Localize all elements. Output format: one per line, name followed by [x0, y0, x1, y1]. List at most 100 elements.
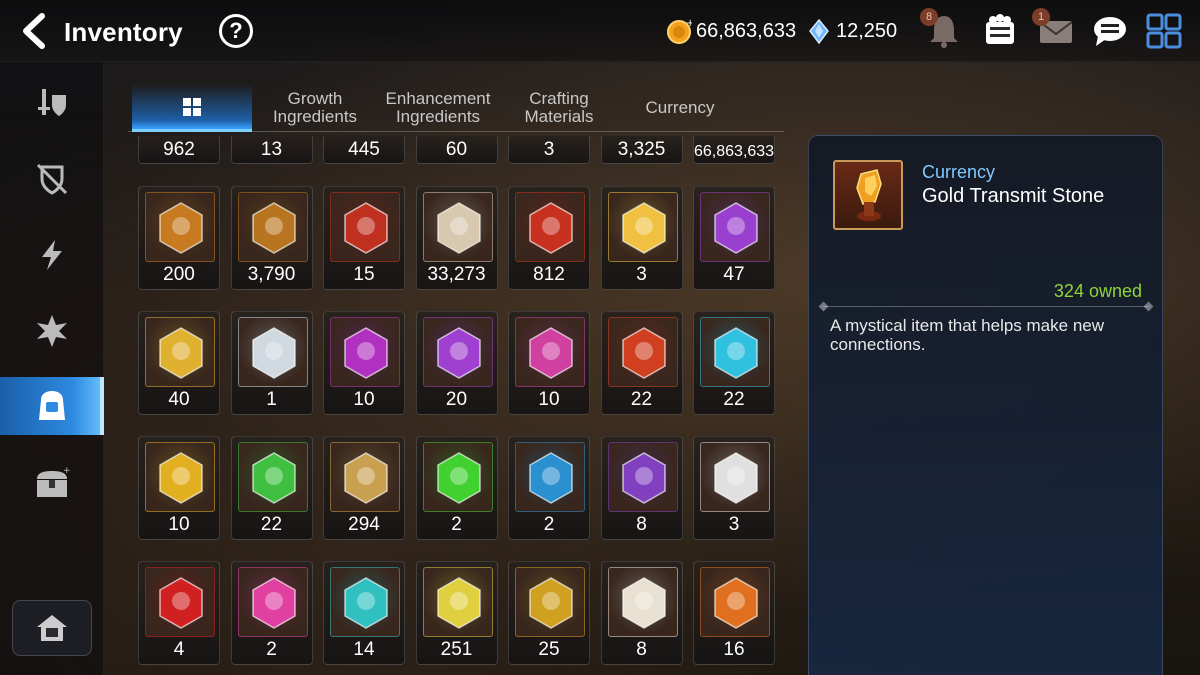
purple-triangle-gem-icon: [436, 327, 481, 379]
green-egg-gem-icon: [251, 452, 296, 504]
inventory-slot[interactable]: 3,790: [230, 186, 313, 290]
purple-gem-icon: [344, 327, 388, 379]
tab-crafting-materials[interactable]: Crafting Materials: [498, 84, 620, 132]
inventory-slot[interactable]: 20: [415, 311, 498, 415]
inventory-slot[interactable]: 22: [693, 311, 775, 415]
inventory-slot[interactable]: 3: [693, 436, 775, 540]
teal-shard-icon: [344, 577, 388, 629]
item-frame: [145, 317, 215, 387]
help-button[interactable]: ?: [219, 14, 253, 48]
inventory-slot[interactable]: 16: [693, 561, 775, 665]
cyan-egg-gem-icon: [714, 327, 758, 379]
item-count: 2: [543, 514, 555, 535]
chat-icon: [1094, 17, 1126, 46]
inventory-slot[interactable]: 15: [323, 186, 405, 290]
blue-rune-icon: [529, 452, 573, 504]
inventory-slot[interactable]: 812: [508, 186, 590, 290]
item-frame: [330, 567, 400, 637]
red-egg-gem-icon: [621, 327, 666, 379]
item-frame: [422, 567, 493, 637]
home-button[interactable]: [12, 600, 92, 656]
inventory-slot[interactable]: 3: [600, 186, 683, 290]
item-frame: [145, 192, 215, 262]
fist-badge-icon: [251, 202, 296, 254]
yellow-egg-gem-icon: [159, 452, 203, 504]
mail-badge: 1: [1032, 8, 1050, 26]
tab-all[interactable]: [132, 84, 252, 132]
inventory-slot[interactable]: 445: [323, 136, 405, 164]
nav-shields[interactable]: [0, 150, 104, 208]
inventory-slot[interactable]: 1: [230, 311, 313, 415]
inventory-slot[interactable]: 60: [415, 136, 498, 164]
nav-chests[interactable]: +: [0, 454, 104, 512]
mail-button[interactable]: 1: [1032, 8, 1076, 50]
inventory-slot[interactable]: 10: [508, 311, 590, 415]
nav-items[interactable]: [0, 377, 104, 435]
inventory-slot[interactable]: 22: [230, 436, 313, 540]
item-count: 22: [260, 514, 283, 535]
item-count: 4: [173, 639, 185, 660]
detail-category: Currency: [922, 162, 996, 182]
inventory-slot[interactable]: 200: [138, 186, 220, 290]
inventory-slot[interactable]: 2: [230, 561, 313, 665]
inventory-slot[interactable]: 47: [693, 186, 775, 290]
inventory-slot[interactable]: 14: [323, 561, 405, 665]
inventory-slot[interactable]: 251: [415, 561, 498, 665]
inventory-slot[interactable]: 8: [600, 436, 683, 540]
item-frame: [330, 442, 400, 512]
shield-icon: [36, 163, 68, 195]
item-count: 16: [723, 639, 745, 660]
inventory-slot[interactable]: 40: [138, 311, 220, 415]
back-button[interactable]: [16, 12, 52, 50]
inventory-slot[interactable]: 10: [323, 311, 405, 415]
crystal-display[interactable]: 12,250: [806, 18, 897, 44]
item-frame: [237, 192, 308, 262]
item-count: 33,273: [427, 264, 486, 285]
item-frame: [237, 442, 308, 512]
item-grid: 962 13 445 60 3 3,325 66,863,633 200 3,790 15 33,2…: [136, 136, 780, 675]
chibi-face-icon: [621, 202, 666, 254]
category-sidebar: +: [0, 62, 104, 675]
inventory-slot[interactable]: 25: [508, 561, 590, 665]
menu-button[interactable]: [1144, 12, 1184, 50]
inventory-slot[interactable]: 2: [508, 436, 590, 540]
tab-currency[interactable]: Currency: [620, 84, 740, 132]
silver-flower-icon: [251, 327, 296, 379]
friends-button[interactable]: [980, 12, 1020, 50]
inventory-slot[interactable]: 8: [600, 561, 683, 665]
item-count: 251: [440, 639, 473, 660]
pink-egg-gem-icon: [529, 327, 573, 379]
lightning-icon: [42, 240, 62, 270]
detail-item-thumbnail: [833, 160, 903, 230]
chat-button[interactable]: [1090, 12, 1130, 50]
item-frame: [700, 567, 770, 637]
inventory-slot[interactable]: 962: [138, 136, 220, 164]
nav-equipment[interactable]: [0, 74, 104, 132]
inventory-slot[interactable]: 13: [230, 136, 313, 164]
inventory-slot[interactable]: 3: [508, 136, 590, 164]
tab-growth-ingredients[interactable]: Growth Ingredients: [252, 84, 378, 132]
item-frame: [515, 192, 585, 262]
nav-boosts[interactable]: [0, 226, 104, 284]
gold-flower-icon: [159, 327, 203, 379]
item-frame: [515, 567, 585, 637]
inventory-slot[interactable]: 66,863,633: [693, 136, 775, 164]
inventory-slot[interactable]: 3,325: [600, 136, 683, 164]
inventory-slot[interactable]: 10: [138, 436, 220, 540]
item-frame: [145, 442, 215, 512]
tab-enhancement-ingredients[interactable]: Enhancement Ingredients: [378, 84, 498, 132]
inventory-slot[interactable]: 2: [415, 436, 498, 540]
inventory-slot[interactable]: 22: [600, 311, 683, 415]
item-count: 3,325: [617, 139, 666, 160]
item-frame: [700, 442, 770, 512]
inventory-slot[interactable]: 4: [138, 561, 220, 665]
red-leaf-icon: [529, 202, 573, 254]
inventory-slot[interactable]: 33,273: [415, 186, 498, 290]
nav-special[interactable]: [0, 302, 104, 360]
notification-button[interactable]: 8: [920, 8, 964, 50]
top-bar: Inventory ? + 66,863,633 12,250 8 1: [0, 0, 1200, 62]
item-count: 40: [168, 389, 190, 410]
item-count: 22: [630, 389, 653, 410]
gold-display[interactable]: + 66,863,633: [666, 18, 796, 44]
inventory-slot[interactable]: 294: [323, 436, 405, 540]
